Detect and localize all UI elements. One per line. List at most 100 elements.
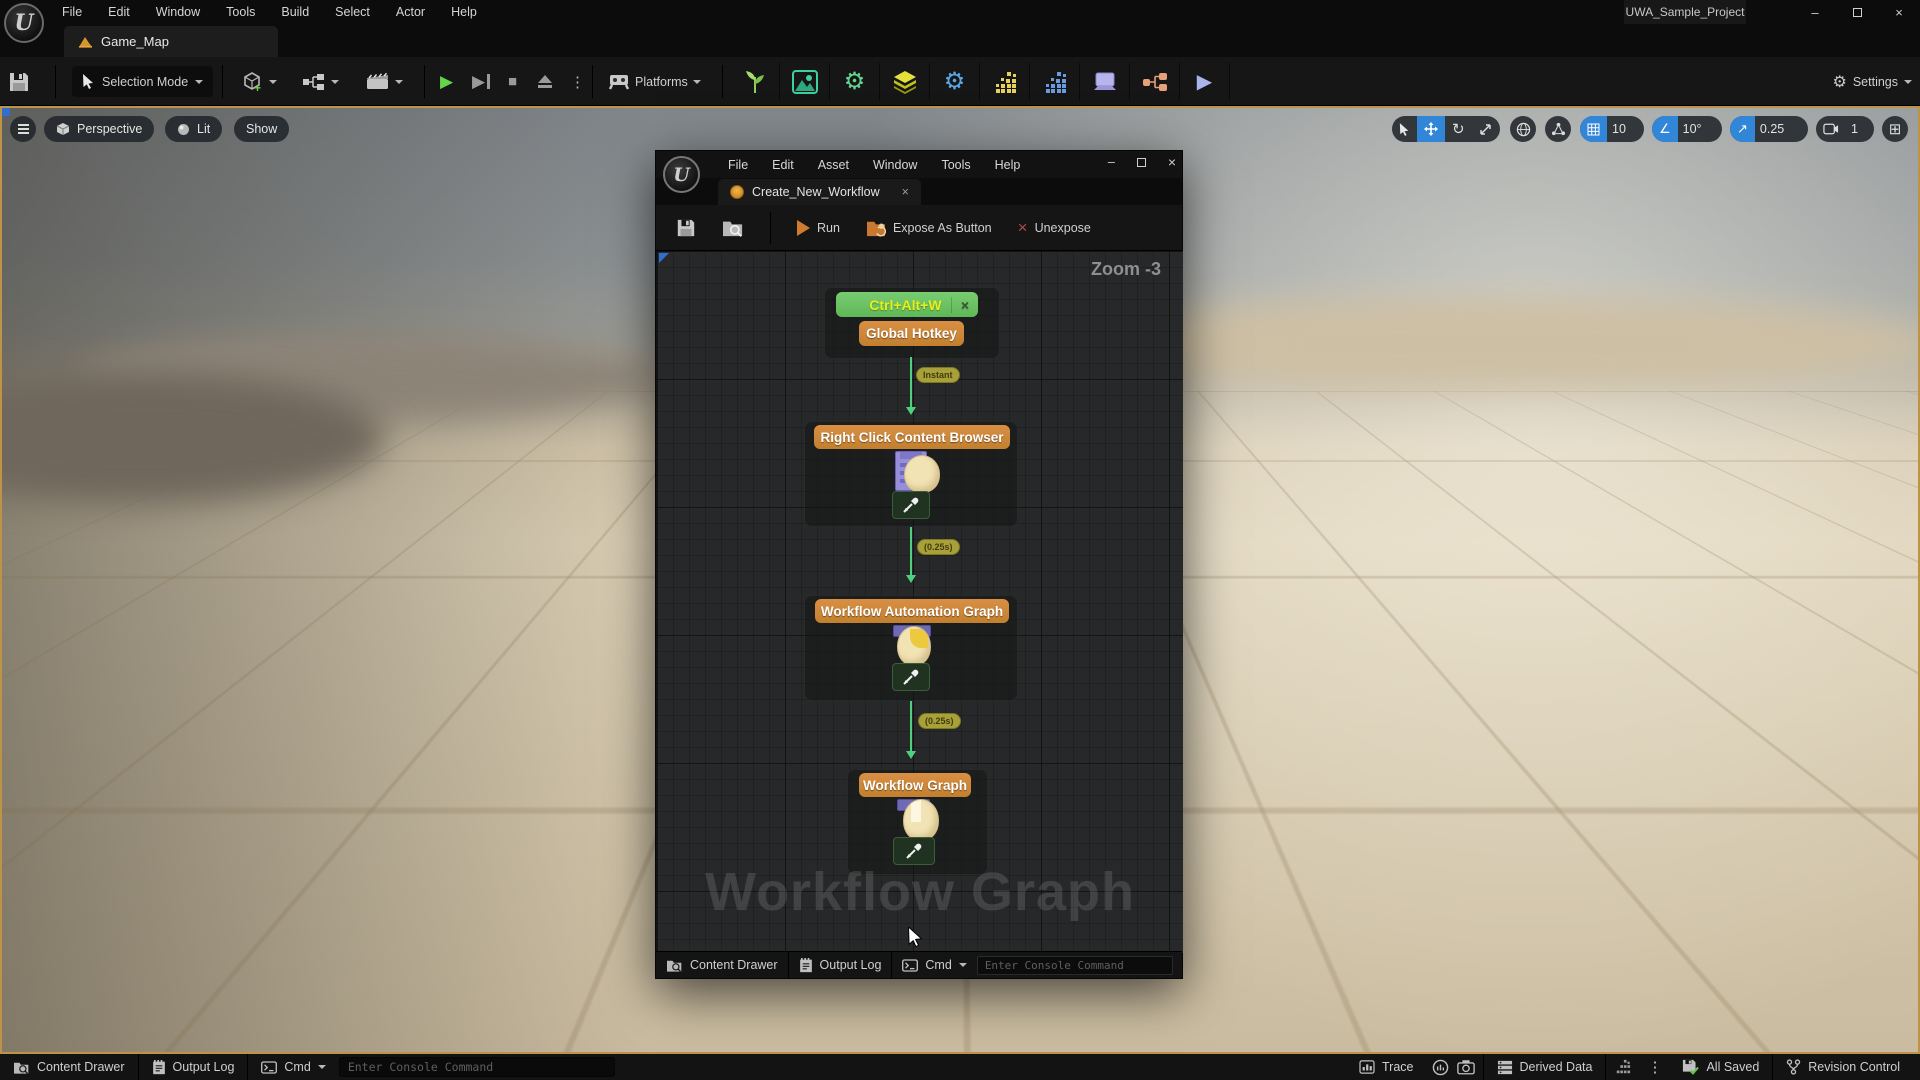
cmd-dropdown[interactable]: Cmd xyxy=(248,1054,338,1080)
grid-snap-value[interactable]: 10 xyxy=(1607,122,1635,136)
trace-button[interactable]: Trace xyxy=(1346,1054,1427,1080)
scale-tool-button[interactable] xyxy=(1472,116,1499,142)
add-actor-button[interactable]: + xyxy=(242,66,277,97)
camera-speed-value[interactable]: 1 xyxy=(1846,122,1867,136)
node-header-global-hotkey[interactable]: Global Hotkey xyxy=(859,321,964,346)
menu-edit[interactable]: Edit xyxy=(772,158,794,172)
all-saved-button[interactable]: All Saved xyxy=(1669,1054,1772,1080)
device-preview-button[interactable] xyxy=(1080,63,1130,100)
derived-data-button[interactable]: Derived Data xyxy=(1484,1054,1606,1080)
eyedropper-button[interactable] xyxy=(892,491,930,519)
menu-actor[interactable]: Actor xyxy=(396,5,425,19)
browse-asset-button[interactable] xyxy=(714,218,752,238)
expose-as-button[interactable]: Expose As Button xyxy=(858,219,1000,237)
move-tool-button[interactable] xyxy=(1417,116,1445,142)
chevron-down-icon xyxy=(269,80,277,84)
quad-view-button[interactable]: ⊞ xyxy=(1882,116,1908,142)
chevron-down-icon xyxy=(195,80,203,84)
unreal-logo-icon[interactable]: U xyxy=(4,3,44,43)
tab-game-map[interactable]: Game_Map xyxy=(64,26,278,57)
minimize-button[interactable]: – xyxy=(1794,0,1836,24)
texture-streaming-button[interactable] xyxy=(1606,1054,1640,1080)
select-tool-button[interactable] xyxy=(1392,116,1417,142)
save-button[interactable] xyxy=(8,66,30,97)
workflow-graph-canvas[interactable]: Zoom -3 Ctrl+Alt+W × Global Hotkey Insta… xyxy=(657,251,1183,953)
restore-button[interactable] xyxy=(1836,0,1878,24)
unexpose-button[interactable]: × Unexpose xyxy=(1010,218,1099,238)
menu-asset[interactable]: Asset xyxy=(818,158,849,172)
screenshot-button[interactable] xyxy=(1454,1054,1483,1080)
play-button[interactable]: ▶ xyxy=(440,66,453,97)
menu-tools[interactable]: Tools xyxy=(941,158,970,172)
launch-button[interactable]: ▶ xyxy=(1180,63,1230,100)
menu-select[interactable]: Select xyxy=(335,5,370,19)
revision-control-button[interactable]: Revision Control xyxy=(1773,1054,1920,1080)
run-button[interactable]: Run xyxy=(789,220,848,236)
play-options-button[interactable]: ⋮ xyxy=(570,66,585,97)
packaging-tool-button[interactable] xyxy=(880,63,930,100)
yellow-data-button[interactable] xyxy=(980,63,1030,100)
cmd-dropdown[interactable]: Cmd xyxy=(892,952,976,978)
blueprints-button[interactable] xyxy=(302,66,339,97)
node-header-right-click[interactable]: Right Click Content Browser xyxy=(814,425,1010,449)
output-log-button[interactable]: Output Log xyxy=(139,1054,248,1080)
console-command-input[interactable] xyxy=(339,1057,615,1077)
tab-close-icon[interactable]: × xyxy=(902,185,909,199)
hotkey-chip[interactable]: Ctrl+Alt+W × xyxy=(836,292,978,317)
close-button[interactable]: × xyxy=(1878,0,1920,24)
menu-tools[interactable]: Tools xyxy=(226,5,255,19)
lit-dropdown[interactable]: Lit xyxy=(165,116,222,142)
eject-button[interactable] xyxy=(538,66,552,97)
angle-snap-toggle[interactable]: ∠ xyxy=(1652,116,1678,142)
platforms-dropdown[interactable]: Platforms xyxy=(608,66,701,97)
save-button[interactable] xyxy=(668,218,704,238)
eyedropper-button[interactable] xyxy=(892,663,930,691)
scale-snap-toggle[interactable]: ↗ xyxy=(1730,116,1755,142)
settings-dropdown[interactable]: ⚙ Settings xyxy=(1832,66,1912,97)
perspective-dropdown[interactable]: Perspective xyxy=(44,116,154,142)
close-button[interactable]: × xyxy=(1168,154,1176,170)
node-header-automation[interactable]: Workflow Automation Graph xyxy=(815,599,1009,623)
rotation-snap-value[interactable]: 10° xyxy=(1678,122,1711,136)
insights-button[interactable] xyxy=(1427,1054,1454,1080)
statusbar-overflow-button[interactable]: ⋮ xyxy=(1640,1054,1669,1080)
blue-data-button[interactable] xyxy=(1030,63,1080,100)
hotkey-remove-icon[interactable]: × xyxy=(951,297,978,313)
show-dropdown[interactable]: Show xyxy=(234,116,289,142)
viewport-corner-handle[interactable] xyxy=(2,108,10,116)
project-settings-button[interactable]: ⚙ xyxy=(930,63,980,100)
menu-help[interactable]: Help xyxy=(451,5,477,19)
menu-help[interactable]: Help xyxy=(995,158,1021,172)
maximize-button[interactable] xyxy=(1137,158,1146,167)
scale-snap-value[interactable]: 0.25 xyxy=(1755,122,1793,136)
grid-snap-toggle[interactable] xyxy=(1580,116,1607,142)
foliage-tool-button[interactable] xyxy=(730,63,780,100)
world-space-button[interactable] xyxy=(1510,116,1536,142)
workflow-window-titlebar[interactable]: File Edit Asset Window Tools Help – × xyxy=(656,151,1182,178)
viewport-options-button[interactable] xyxy=(10,116,36,142)
rotate-tool-button[interactable]: ↻ xyxy=(1445,116,1472,142)
node-graph-button[interactable] xyxy=(1130,63,1180,100)
console-command-input[interactable] xyxy=(977,956,1173,975)
workflow-editor-window[interactable]: U File Edit Asset Window Tools Help – × … xyxy=(655,150,1183,979)
minimize-button[interactable]: – xyxy=(1108,155,1115,169)
frame-skip-button[interactable]: ▶ xyxy=(472,66,490,97)
camera-speed-button[interactable] xyxy=(1816,116,1846,142)
menu-file[interactable]: File xyxy=(728,158,748,172)
tab-create-new-workflow[interactable]: Create_New_Workflow × xyxy=(718,179,921,205)
selection-mode-dropdown[interactable]: Selection Mode xyxy=(72,66,213,97)
content-drawer-button[interactable]: Content Drawer xyxy=(656,952,788,978)
landscape-tool-button[interactable] xyxy=(780,63,830,100)
menu-build[interactable]: Build xyxy=(281,5,309,19)
menu-edit[interactable]: Edit xyxy=(108,5,130,19)
stop-button[interactable]: ■ xyxy=(508,66,517,97)
content-drawer-button[interactable]: Content Drawer xyxy=(0,1054,138,1080)
modeling-tool-button[interactable]: ⚙ xyxy=(830,63,880,100)
menu-window[interactable]: Window xyxy=(873,158,917,172)
menu-file[interactable]: File xyxy=(62,5,82,19)
menu-window[interactable]: Window xyxy=(156,5,200,19)
cinematics-button[interactable] xyxy=(366,66,403,97)
node-header-workflow-graph[interactable]: Workflow Graph xyxy=(859,773,971,797)
output-log-button[interactable]: Output Log xyxy=(789,952,892,978)
surface-snap-button[interactable] xyxy=(1545,116,1571,142)
